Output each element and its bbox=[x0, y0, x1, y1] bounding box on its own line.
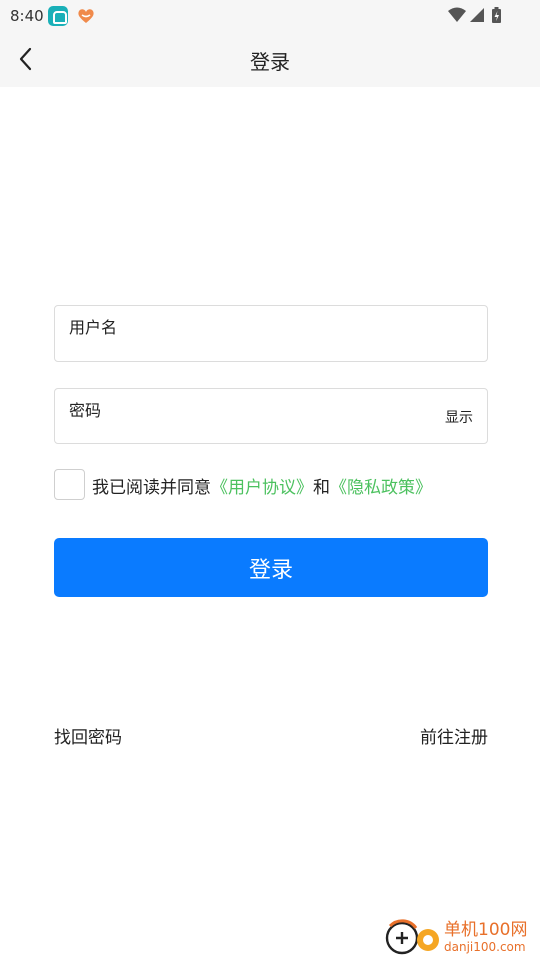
privacy-link[interactable]: 《隐私政策》 bbox=[330, 478, 432, 498]
username-field[interactable] bbox=[54, 305, 488, 362]
agreement-conjunction: 和 bbox=[313, 478, 330, 498]
page-title: 登录 bbox=[250, 50, 290, 74]
status-bar: 8:40 bbox=[0, 0, 540, 32]
status-time: 8:40 bbox=[10, 7, 44, 25]
watermark-url: danji100.com bbox=[444, 940, 526, 954]
agreement-row: 我已阅读并同意《用户协议》和《隐私政策》 bbox=[54, 469, 488, 501]
signal-icon bbox=[470, 8, 484, 22]
status-indicators bbox=[448, 6, 510, 26]
show-password-toggle[interactable]: 显示 bbox=[445, 407, 473, 427]
login-button[interactable]: 登录 bbox=[54, 538, 488, 597]
password-field[interactable]: 显示 bbox=[54, 388, 488, 444]
forgot-password-link[interactable]: 找回密码 bbox=[54, 723, 122, 748]
watermark: 单机100网 danji100.com bbox=[382, 914, 538, 960]
password-input[interactable] bbox=[69, 399, 409, 421]
agreement-text: 我已阅读并同意《用户协议》和《隐私政策》 bbox=[92, 473, 432, 498]
app-notification-icon bbox=[48, 6, 68, 26]
battery-icon bbox=[492, 7, 501, 23]
heart-app-icon bbox=[76, 6, 96, 26]
terms-link[interactable]: 《用户协议》 bbox=[211, 478, 313, 498]
username-input[interactable] bbox=[69, 316, 409, 338]
register-link[interactable]: 前往注册 bbox=[420, 723, 488, 748]
watermark-logo-icon bbox=[385, 919, 439, 955]
app-header: 登录 bbox=[0, 32, 540, 87]
agreement-checkbox[interactable] bbox=[54, 469, 85, 500]
wifi-icon bbox=[448, 7, 466, 22]
agreement-prefix: 我已阅读并同意 bbox=[92, 478, 211, 498]
watermark-name: 单机100网 bbox=[444, 920, 528, 940]
